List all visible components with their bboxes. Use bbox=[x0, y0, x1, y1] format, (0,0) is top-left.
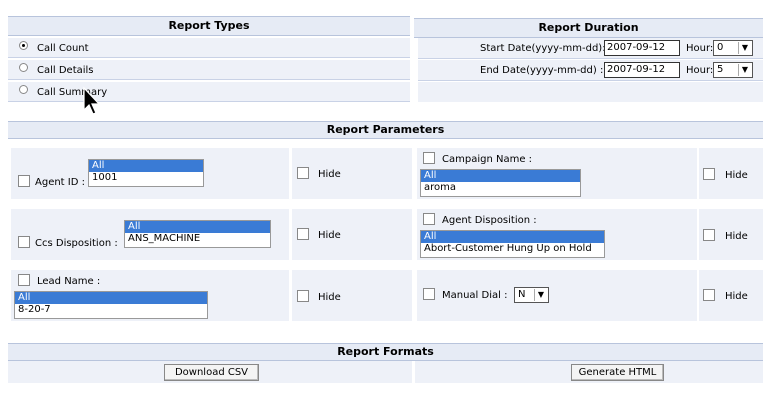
download-csv-button[interactable]: Download CSV bbox=[164, 364, 259, 381]
call-details-label: Call Details bbox=[37, 65, 94, 76]
campaign-list[interactable]: All aroma bbox=[420, 169, 581, 197]
call-count-radio[interactable] bbox=[19, 41, 28, 50]
agent-id-list[interactable]: All 1001 bbox=[88, 159, 204, 187]
campaign-option-aroma[interactable]: aroma bbox=[421, 182, 580, 194]
ccs-disposition-checkbox[interactable] bbox=[18, 236, 30, 248]
agent-disposition-checkbox[interactable] bbox=[423, 213, 435, 225]
agent-id-hide-cell bbox=[292, 148, 412, 199]
start-hour-value: 0 bbox=[717, 42, 724, 53]
report-parameters-header: Report Parameters bbox=[8, 121, 763, 139]
end-hour-label: Hour: bbox=[686, 65, 714, 76]
ccs-disposition-list[interactable]: All ANS_MACHINE bbox=[124, 220, 271, 248]
report-types-header: Report Types bbox=[8, 16, 410, 36]
campaign-checkbox[interactable] bbox=[423, 152, 435, 164]
agent-id-hide-checkbox[interactable] bbox=[297, 167, 309, 179]
call-summary-radio[interactable] bbox=[19, 85, 28, 94]
agent-id-option-1001[interactable]: 1001 bbox=[89, 172, 203, 184]
agent-disposition-option-all[interactable]: All bbox=[421, 231, 604, 243]
call-count-label: Call Count bbox=[37, 43, 89, 54]
agent-disposition-list[interactable]: All Abort-Customer Hung Up on Hold bbox=[420, 230, 605, 258]
agent-disposition-option-abort[interactable]: Abort-Customer Hung Up on Hold bbox=[421, 243, 604, 255]
manual-dial-value: N bbox=[518, 289, 526, 300]
report-formats-header: Report Formats bbox=[8, 343, 763, 361]
lead-name-label: Lead Name : bbox=[37, 276, 101, 287]
manual-dial-checkbox[interactable] bbox=[423, 288, 435, 300]
ccs-disposition-label: Ccs Disposition : bbox=[35, 238, 118, 249]
agent-id-option-all[interactable]: All bbox=[89, 160, 203, 172]
campaign-label: Campaign Name : bbox=[442, 154, 533, 165]
start-hour-label: Hour: bbox=[686, 43, 714, 54]
campaign-hide-label: Hide bbox=[725, 170, 748, 181]
agent-disposition-hide-label: Hide bbox=[725, 231, 748, 242]
ccs-hide-label: Hide bbox=[318, 230, 341, 241]
end-hour-select[interactable]: 5 ▼ bbox=[713, 62, 753, 78]
agent-id-checkbox[interactable] bbox=[18, 175, 30, 187]
ccs-option-ans-machine[interactable]: ANS_MACHINE bbox=[125, 233, 270, 245]
manual-dial-hide-checkbox[interactable] bbox=[703, 289, 715, 301]
end-date-input[interactable]: 2007-09-12 bbox=[604, 62, 680, 78]
ccs-hide-checkbox[interactable] bbox=[297, 228, 309, 240]
lead-hide-cell bbox=[292, 270, 412, 321]
agent-id-hide-label: Hide bbox=[318, 169, 341, 180]
manual-dial-hide-label: Hide bbox=[725, 291, 748, 302]
chevron-down-icon: ▼ bbox=[738, 64, 751, 76]
call-details-radio[interactable] bbox=[19, 63, 28, 72]
lead-option-8-20-7[interactable]: 8-20-7 bbox=[15, 304, 207, 316]
chevron-down-icon: ▼ bbox=[738, 42, 751, 54]
duration-empty-row bbox=[418, 82, 763, 102]
agent-id-label: Agent ID : bbox=[35, 177, 85, 188]
manual-dial-label: Manual Dial : bbox=[442, 290, 508, 301]
report-duration-header: Report Duration bbox=[414, 18, 763, 38]
agent-disposition-label: Agent Disposition : bbox=[442, 215, 537, 226]
lead-option-all[interactable]: All bbox=[15, 292, 207, 304]
lead-name-list[interactable]: All 8-20-7 bbox=[14, 291, 208, 319]
generate-html-button[interactable]: Generate HTML bbox=[571, 364, 664, 381]
start-date-input[interactable]: 2007-09-12 bbox=[604, 40, 680, 56]
manual-dial-select[interactable]: N ▼ bbox=[514, 287, 549, 303]
chevron-down-icon: ▼ bbox=[534, 289, 547, 301]
end-hour-value: 5 bbox=[717, 64, 724, 75]
mouse-cursor-icon bbox=[83, 86, 101, 115]
lead-hide-label: Hide bbox=[318, 292, 341, 303]
end-date-label: End Date(yyyy-mm-dd) : bbox=[480, 65, 604, 76]
lead-name-checkbox[interactable] bbox=[18, 274, 30, 286]
agent-disposition-hide-checkbox[interactable] bbox=[703, 229, 715, 241]
start-date-label: Start Date(yyyy-mm-dd): bbox=[480, 43, 606, 54]
campaign-hide-checkbox[interactable] bbox=[703, 168, 715, 180]
lead-hide-checkbox[interactable] bbox=[297, 290, 309, 302]
ccs-option-all[interactable]: All bbox=[125, 221, 270, 233]
start-hour-select[interactable]: 0 ▼ bbox=[713, 40, 753, 56]
campaign-option-all[interactable]: All bbox=[421, 170, 580, 182]
ccs-hide-cell bbox=[292, 209, 412, 260]
